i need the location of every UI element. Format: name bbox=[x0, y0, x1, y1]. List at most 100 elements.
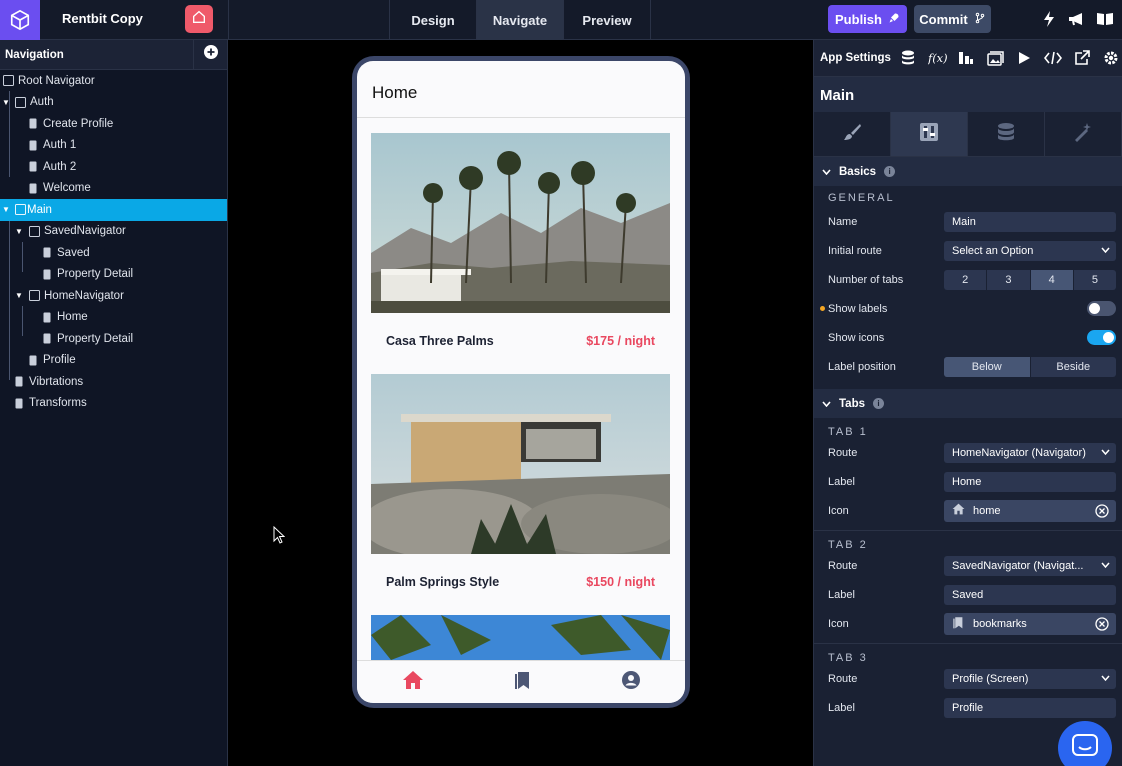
info-icon[interactable]: i bbox=[884, 166, 896, 177]
label-position-beside[interactable]: Beside bbox=[1031, 357, 1117, 377]
tree-node-screen[interactable]: Auth 1 bbox=[0, 135, 227, 157]
navigation-title: Navigation bbox=[5, 48, 64, 61]
tab-label-row: Label Home bbox=[814, 467, 1122, 496]
caret-down-icon[interactable]: ▼ bbox=[14, 291, 24, 300]
tree-node-label: Property Detail bbox=[57, 332, 134, 345]
info-icon[interactable]: i bbox=[873, 398, 884, 409]
bookmarks-icon[interactable] bbox=[513, 670, 533, 695]
tree-node-screen[interactable]: Create Profile bbox=[0, 113, 227, 135]
route-select[interactable]: SavedNavigator (Navigat... bbox=[944, 555, 1116, 576]
support-chat-button[interactable] bbox=[1058, 721, 1112, 766]
play-icon[interactable] bbox=[1015, 49, 1034, 67]
navigator-icon bbox=[28, 290, 40, 302]
tree-node-screen[interactable]: Home bbox=[0, 307, 227, 329]
initial-route-row: Initial route Select an Option bbox=[814, 236, 1122, 265]
tree-node-screen[interactable]: Property Detail bbox=[0, 264, 227, 286]
tab-backend[interactable] bbox=[968, 112, 1045, 156]
mode-navigate-tab[interactable]: Navigate bbox=[477, 0, 564, 40]
show-labels-label: Show labels bbox=[828, 302, 888, 315]
tree-node-screen[interactable]: Auth 2 bbox=[0, 156, 227, 178]
chart-icon[interactable] bbox=[957, 49, 976, 67]
tree-node-navigator[interactable]: ▼ Auth bbox=[0, 92, 227, 114]
listing-name: Palm Springs Style bbox=[386, 574, 500, 589]
tab-group-title: TAB 2 bbox=[828, 539, 868, 551]
listing-card[interactable]: Palm Springs Style $150 / night bbox=[361, 374, 681, 604]
tab-label-input[interactable]: Saved bbox=[944, 584, 1116, 605]
tree-node-navigator[interactable]: Root Navigator bbox=[0, 70, 227, 92]
tabs-option-5[interactable]: 5 bbox=[1074, 270, 1116, 290]
chevron-down-icon bbox=[822, 398, 831, 410]
chevron-down-icon bbox=[1101, 560, 1110, 573]
label-position-row: Label position Below Beside bbox=[814, 352, 1122, 381]
home-icon[interactable] bbox=[402, 670, 424, 695]
name-input[interactable]: Main bbox=[944, 211, 1116, 232]
tab-style[interactable] bbox=[814, 112, 891, 156]
phone-frame: Home Casa Three Palms $175 / night Palm … bbox=[352, 56, 690, 708]
tree-node-navigator-selected[interactable]: ▼ Main bbox=[0, 199, 227, 221]
book-icon[interactable] bbox=[1096, 9, 1114, 29]
initial-route-label: Initial route bbox=[828, 244, 882, 257]
preview-canvas: Home Casa Three Palms $175 / night Palm … bbox=[229, 40, 813, 766]
publish-button[interactable]: Publish bbox=[828, 5, 907, 33]
lightning-icon[interactable] bbox=[1040, 9, 1058, 29]
home-button[interactable] bbox=[185, 5, 213, 33]
tab-icon-picker[interactable]: home bbox=[944, 499, 1116, 522]
tab-icon-row: Icon bookmarks bbox=[814, 609, 1122, 638]
tree-node-navigator[interactable]: ▼ HomeNavigator bbox=[0, 285, 227, 307]
tabs-section-header[interactable]: Tabs i bbox=[814, 389, 1122, 418]
route-label: Route bbox=[828, 559, 858, 572]
gear-icon[interactable] bbox=[1102, 49, 1121, 67]
paintbrush-icon bbox=[842, 122, 862, 147]
caret-down-icon[interactable]: ▼ bbox=[14, 227, 24, 236]
properties-panel: App Settings f(x) Main Basics i GENERAL … bbox=[813, 40, 1122, 766]
top-bar: Rentbit Copy Design Navigate Preview Pub… bbox=[0, 0, 1122, 40]
tree-node-screen[interactable]: Property Detail bbox=[0, 328, 227, 350]
tree-node-navigator[interactable]: ▼ SavedNavigator bbox=[0, 221, 227, 243]
icon-value: home bbox=[973, 504, 1001, 517]
tab-label-input[interactable]: Home bbox=[944, 471, 1116, 492]
tree-node-label: Saved bbox=[57, 246, 90, 259]
clear-icon[interactable] bbox=[1095, 503, 1109, 521]
share-icon[interactable] bbox=[1073, 49, 1092, 67]
tree-node-screen[interactable]: Saved bbox=[0, 242, 227, 264]
show-icons-toggle[interactable] bbox=[1087, 330, 1116, 345]
database-icon[interactable] bbox=[899, 49, 918, 67]
initial-route-select[interactable]: Select an Option bbox=[944, 240, 1116, 261]
tab-properties[interactable] bbox=[891, 112, 968, 156]
code-icon[interactable] bbox=[1044, 49, 1063, 67]
tabs-option-4[interactable]: 4 bbox=[1030, 269, 1074, 290]
media-icon[interactable] bbox=[986, 49, 1005, 67]
tab-actions[interactable] bbox=[1045, 112, 1122, 156]
mode-preview-tab[interactable]: Preview bbox=[564, 0, 651, 40]
route-select[interactable]: Profile (Screen) bbox=[944, 668, 1116, 689]
route-select[interactable]: HomeNavigator (Navigator) bbox=[944, 442, 1116, 463]
megaphone-icon[interactable] bbox=[1068, 9, 1086, 29]
app-logo-icon[interactable] bbox=[0, 0, 40, 40]
function-icon[interactable]: f(x) bbox=[928, 49, 947, 67]
caret-down-icon[interactable]: ▼ bbox=[1, 98, 11, 107]
clear-icon[interactable] bbox=[1095, 616, 1109, 634]
basics-section-header[interactable]: Basics i bbox=[814, 157, 1122, 186]
tab-icon-picker[interactable]: bookmarks bbox=[944, 612, 1116, 635]
tab-label-input[interactable]: Profile bbox=[944, 697, 1116, 718]
profile-icon[interactable] bbox=[622, 670, 641, 694]
tabs-option-2[interactable]: 2 bbox=[944, 269, 988, 290]
tree-node-screen[interactable]: Profile bbox=[0, 350, 227, 372]
tree-node-screen[interactable]: Transforms bbox=[0, 393, 227, 415]
listing-price: $175 / night bbox=[586, 333, 655, 348]
commit-button[interactable]: Commit bbox=[914, 5, 991, 33]
caret-down-icon[interactable]: ▼ bbox=[1, 205, 11, 214]
tabs-option-3[interactable]: 3 bbox=[987, 269, 1031, 290]
mode-design-tab[interactable]: Design bbox=[390, 0, 477, 40]
toggle-knob bbox=[1089, 303, 1100, 314]
tree-node-screen[interactable]: Vibrtations bbox=[0, 371, 227, 393]
show-labels-toggle[interactable] bbox=[1087, 301, 1116, 316]
tree-node-screen[interactable]: Welcome bbox=[0, 178, 227, 200]
listing-card[interactable]: Casa Three Palms $175 / night bbox=[371, 133, 670, 363]
app-settings-label[interactable]: App Settings bbox=[820, 52, 891, 64]
add-navigator-button[interactable] bbox=[193, 39, 227, 70]
route-value: Profile (Screen) bbox=[952, 672, 1029, 685]
navigation-header: Navigation bbox=[0, 39, 227, 70]
label-label: Label bbox=[828, 588, 855, 601]
label-position-below[interactable]: Below bbox=[944, 356, 1031, 377]
